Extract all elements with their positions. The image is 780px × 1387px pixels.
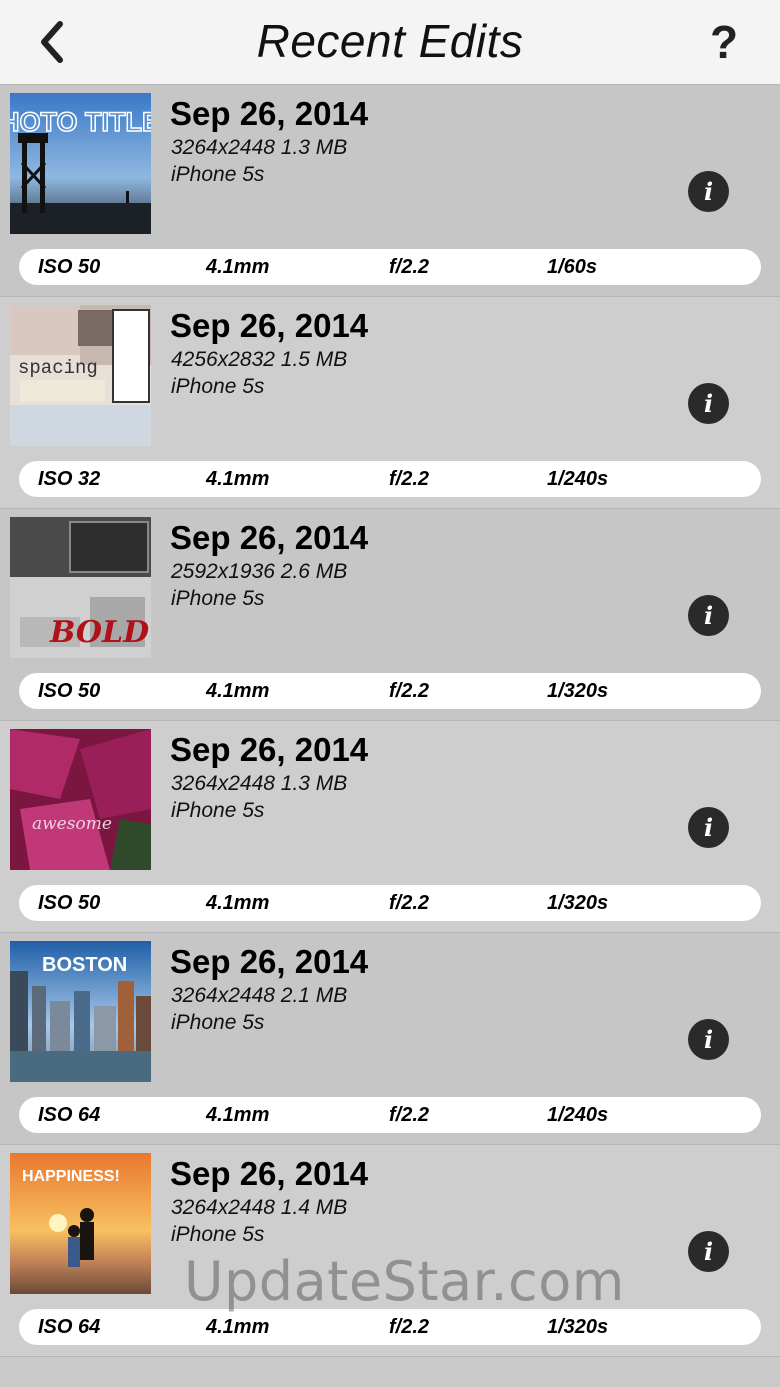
photo-thumbnail[interactable]: awesome [10,729,151,870]
thumbnail-caption: BOLD [49,615,149,650]
info-button[interactable]: i [688,383,729,424]
help-button[interactable]: ? [704,16,744,68]
image-size: 3264x2448 2.1 MB [171,984,348,1007]
list-item[interactable]: PHOTO TITLES Sep 26, 2014 3264x2448 1.3 … [0,85,780,297]
iso-value: ISO 64 [38,1316,101,1338]
aperture: f/2.2 [389,680,430,702]
thumbnail-caption: awesome [32,814,112,834]
list-item[interactable]: spacing Sep 26, 2014 4256x2832 1.5 MB iP… [0,297,780,509]
thumbnail-caption: PHOTO TITLES [10,107,151,137]
image-size: 2592x1936 2.6 MB [171,560,348,583]
edit-date: Sep 26, 2014 [170,731,369,768]
shutter-speed: 1/320s [547,892,609,914]
camera-model: iPhone 5s [171,163,265,186]
shutter-speed: 1/240s [547,468,609,490]
exif-bar: ISO 64 4.1mm f/2.2 1/320s [19,1309,761,1345]
camera-model: iPhone 5s [171,375,265,398]
shutter-speed: 1/320s [547,680,609,702]
exif-bar: ISO 64 4.1mm f/2.2 1/240s [19,1097,761,1133]
focal-length: 4.1mm [206,1104,270,1126]
exif-bar: ISO 50 4.1mm f/2.2 1/320s [19,673,761,709]
aperture: f/2.2 [389,468,430,490]
exif-bar: ISO 50 4.1mm f/2.2 1/60s [19,249,761,285]
thumbnail-caption: BOSTON [42,954,127,976]
exif-bar: ISO 50 4.1mm f/2.2 1/320s [19,885,761,921]
edit-date: Sep 26, 2014 [170,307,369,344]
exif-bar: ISO 32 4.1mm f/2.2 1/240s [19,461,761,497]
focal-length: 4.1mm [206,468,270,490]
edit-date: Sep 26, 2014 [170,1155,369,1192]
iso-value: ISO 50 [38,680,101,702]
iso-value: ISO 64 [38,1104,101,1126]
info-button[interactable]: i [688,171,729,212]
photo-thumbnail[interactable]: PHOTO TITLES [10,93,151,234]
iso-value: ISO 50 [38,256,101,278]
recent-edits-list: PHOTO TITLES Sep 26, 2014 3264x2448 1.3 … [0,85,780,1357]
list-item[interactable]: BOLD Sep 26, 2014 2592x1936 2.6 MB iPhon… [0,509,780,721]
aperture: f/2.2 [389,892,430,914]
watermark: UpdateStar.com [184,1250,625,1313]
nav-bar: Recent Edits ? [0,0,780,85]
camera-model: iPhone 5s [171,1011,265,1034]
photo-thumbnail[interactable]: HAPPINESS! [10,1153,151,1294]
iso-value: ISO 32 [38,468,101,490]
shutter-speed: 1/320s [547,1316,609,1338]
info-button[interactable]: i [688,807,729,848]
edit-date: Sep 26, 2014 [170,519,369,556]
thumbnail-caption: spacing [18,357,98,379]
image-size: 4256x2832 1.5 MB [171,348,348,371]
edit-date: Sep 26, 2014 [170,95,369,132]
page-title: Recent Edits [256,15,524,67]
info-button[interactable]: i [688,1231,729,1272]
edit-date: Sep 26, 2014 [170,943,369,980]
photo-thumbnail[interactable]: spacing [10,305,151,446]
shutter-speed: 1/60s [547,256,598,278]
thumbnail-caption: HAPPINESS! [22,1168,120,1185]
image-size: 3264x2448 1.3 MB [171,136,348,159]
list-item[interactable]: BOSTON Sep 26, 2014 3264x2448 2.1 MB iPh… [0,933,780,1145]
camera-model: iPhone 5s [171,1223,265,1246]
photo-thumbnail[interactable]: BOLD [10,517,151,658]
aperture: f/2.2 [389,1316,430,1338]
aperture: f/2.2 [389,256,430,278]
shutter-speed: 1/240s [547,1104,609,1126]
aperture: f/2.2 [389,1104,430,1126]
focal-length: 4.1mm [206,892,270,914]
list-item[interactable]: awesome Sep 26, 2014 3264x2448 1.3 MB iP… [0,721,780,933]
camera-model: iPhone 5s [171,587,265,610]
image-size: 3264x2448 1.4 MB [171,1196,348,1219]
photo-thumbnail[interactable]: BOSTON [10,941,151,1082]
camera-model: iPhone 5s [171,799,265,822]
focal-length: 4.1mm [206,256,270,278]
info-button[interactable]: i [688,1019,729,1060]
iso-value: ISO 50 [38,892,101,914]
image-size: 3264x2448 1.3 MB [171,772,348,795]
focal-length: 4.1mm [206,680,270,702]
info-button[interactable]: i [688,595,729,636]
focal-length: 4.1mm [206,1316,270,1338]
